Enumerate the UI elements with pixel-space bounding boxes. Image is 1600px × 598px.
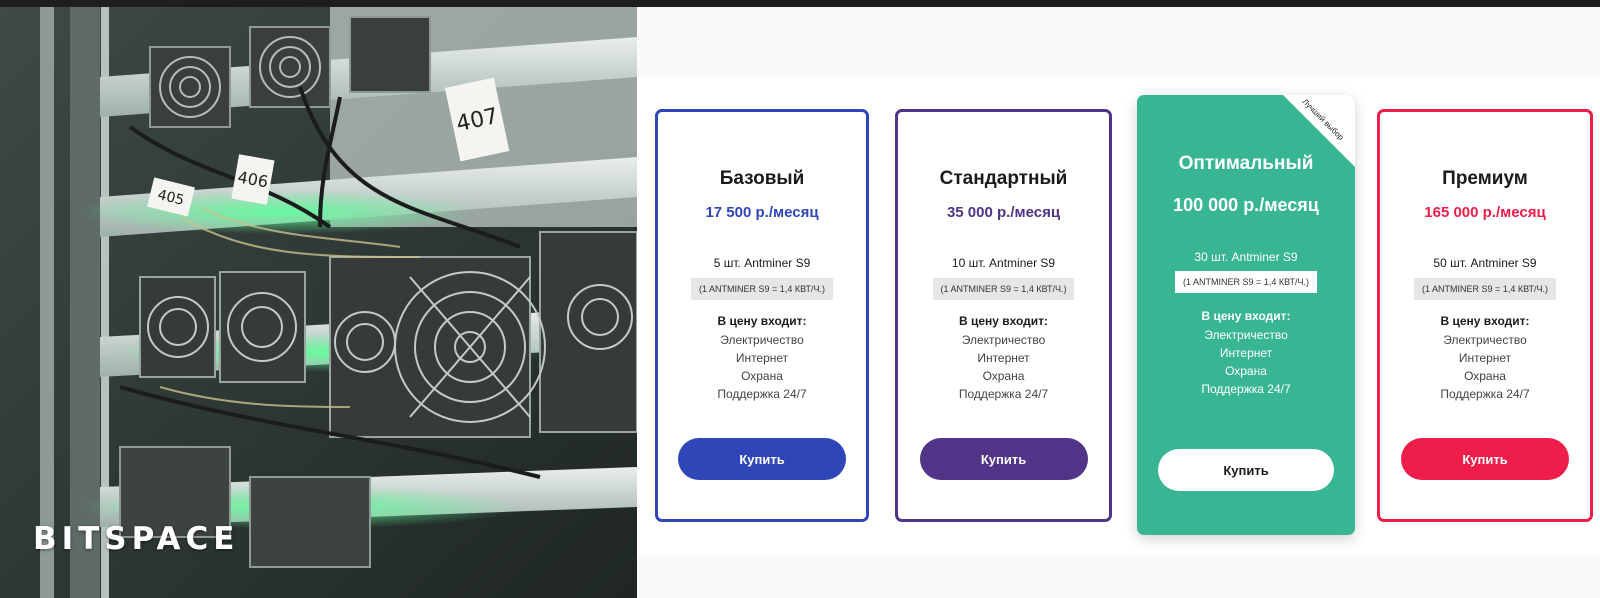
plan-price: 17 500 р./месяц	[705, 204, 819, 221]
include-item: Поддержка 24/7	[958, 387, 1049, 401]
include-item: Охрана	[1464, 369, 1506, 383]
include-item: Интернет	[1458, 351, 1512, 365]
include-item: Поддержка 24/7	[1201, 382, 1291, 396]
plan-card-premium: Премиум 165 000 р./месяц 50 шт. Antminer…	[1377, 109, 1593, 522]
plan-units: 5 шт. Antminer S9	[713, 256, 811, 270]
include-item: Поддержка 24/7	[717, 387, 807, 401]
plan-units: 10 шт. Antminer S9	[951, 256, 1056, 270]
plan-price: 35 000 р./месяц	[946, 204, 1061, 221]
includes-list: Электричество Интернет Охрана Поддержка …	[898, 331, 1109, 403]
mining-rack-illustration: 407 406 405	[0, 7, 637, 598]
include-item: Охрана	[982, 369, 1025, 383]
include-item: Охрана	[1225, 364, 1267, 378]
plan-units: 50 шт. Antminer S9	[1433, 256, 1537, 270]
include-item: Электричество	[720, 333, 804, 347]
plan-price: 100 000 р./месяц	[1173, 195, 1319, 215]
plan-card-optimal: Лучший выбор Оптимальный 100 000 р./меся…	[1137, 95, 1355, 535]
plan-card-standard: Стандартный 35 000 р./месяц 10 шт. Antmi…	[895, 109, 1112, 522]
includes-title: В цену входит:	[1440, 314, 1530, 328]
includes-list: Электричество Интернет Охрана Поддержка …	[1137, 326, 1355, 398]
plan-name: Премиум	[1442, 168, 1528, 189]
bitspace-logo: BITSPACE	[33, 521, 240, 557]
rack-tag-406: 406	[231, 154, 275, 205]
buy-button-premium[interactable]: Купить	[1401, 438, 1569, 480]
includes-list: Электричество Интернет Охрана Поддержка …	[658, 331, 866, 403]
plan-name: Оптимальный	[1178, 153, 1314, 174]
pricing-section: Базовый 17 500 р./месяц 5 шт. Antminer S…	[637, 7, 1600, 598]
power-note-badge: (1 ANTMINER S9 = 1,4 КВТ/Ч.)	[1175, 271, 1317, 293]
plan-units: 30 шт. Antminer S9	[1194, 250, 1298, 264]
buy-button-basic[interactable]: Купить	[678, 438, 846, 480]
includes-list: Электричество Интернет Охрана Поддержка …	[1380, 331, 1590, 403]
include-item: Поддержка 24/7	[1440, 387, 1530, 401]
includes-title: В цену входит:	[717, 314, 807, 328]
hero-photo-mining-farm: 407 406 405 BITSPACE	[0, 7, 637, 598]
buy-button-standard[interactable]: Купить	[919, 438, 1088, 480]
plan-card-basic: Базовый 17 500 р./месяц 5 шт. Antminer S…	[655, 109, 869, 522]
buy-button-optimal[interactable]: Купить	[1158, 449, 1334, 491]
include-item: Охрана	[741, 369, 783, 383]
include-item: Электричество	[1204, 328, 1288, 342]
includes-title: В цену входит:	[958, 314, 1049, 328]
include-item: Электричество	[1443, 333, 1527, 347]
plan-name: Базовый	[719, 168, 805, 189]
power-note-badge: (1 ANTMINER S9 = 1,4 КВТ/Ч.)	[932, 278, 1075, 300]
power-note-badge: (1 ANTMINER S9 = 1,4 КВТ/Ч.)	[691, 278, 833, 300]
includes-title: В цену входит:	[1201, 309, 1291, 323]
plan-name: Стандартный	[939, 168, 1068, 189]
include-item: Интернет	[1219, 346, 1273, 360]
include-item: Интернет	[977, 351, 1030, 365]
top-bar	[0, 0, 1600, 7]
power-note-badge: (1 ANTMINER S9 = 1,4 КВТ/Ч.)	[1414, 278, 1556, 300]
include-item: Интернет	[735, 351, 789, 365]
plan-price: 165 000 р./месяц	[1424, 204, 1546, 221]
include-item: Электричество	[961, 333, 1046, 347]
